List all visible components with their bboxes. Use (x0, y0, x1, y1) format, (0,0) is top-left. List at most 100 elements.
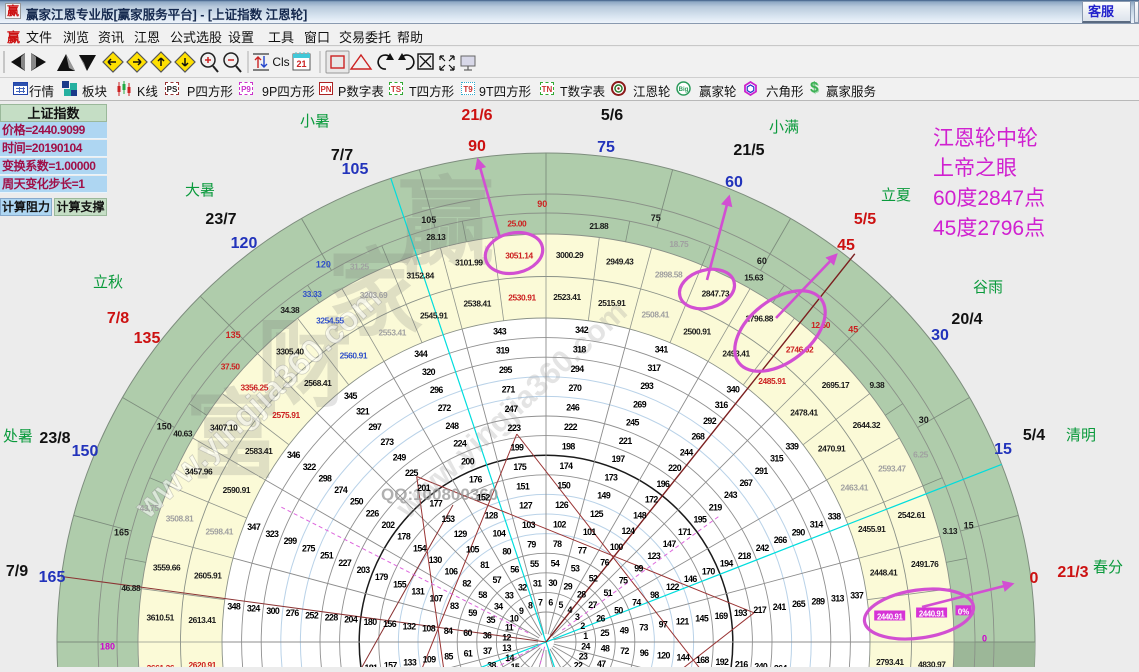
svg-text:346: 346 (287, 450, 301, 460)
svg-text:174: 174 (560, 461, 574, 471)
svg-text:6: 6 (548, 598, 553, 608)
svg-text:2523.41: 2523.41 (553, 292, 581, 302)
svg-text:2613.41: 2613.41 (188, 615, 216, 625)
svg-text:2644.32: 2644.32 (853, 420, 881, 430)
svg-text:4830.97: 4830.97 (918, 660, 946, 667)
svg-text:2949.43: 2949.43 (606, 257, 634, 267)
svg-text:72: 72 (620, 646, 629, 656)
svg-text:338: 338 (828, 512, 842, 522)
svg-text:340: 340 (726, 384, 740, 394)
svg-text:226: 226 (366, 508, 380, 518)
svg-text:269: 269 (633, 399, 647, 409)
svg-text:50: 50 (614, 606, 623, 616)
svg-text:江恩轮中轮: 江恩轮中轮 (933, 127, 1038, 150)
svg-text:0%: 0% (958, 607, 969, 616)
svg-text:247: 247 (505, 404, 519, 414)
svg-text:59: 59 (468, 608, 477, 618)
svg-text:180: 180 (100, 641, 115, 651)
svg-text:244: 244 (680, 448, 694, 458)
svg-text:195: 195 (693, 515, 707, 525)
svg-text:106: 106 (445, 567, 459, 577)
svg-text:2478.41: 2478.41 (790, 408, 818, 418)
svg-text:3254.55: 3254.55 (316, 316, 344, 326)
svg-text:60度2847点: 60度2847点 (933, 187, 1045, 210)
svg-text:172: 172 (645, 495, 659, 505)
svg-text:7: 7 (538, 598, 543, 608)
svg-text:271: 271 (502, 384, 516, 394)
svg-text:15: 15 (511, 662, 520, 667)
svg-text:2500.91: 2500.91 (683, 326, 711, 336)
svg-text:90: 90 (537, 199, 547, 209)
svg-text:2560.91: 2560.91 (340, 350, 368, 360)
svg-text:228: 228 (325, 613, 339, 623)
svg-text:219: 219 (709, 502, 723, 512)
svg-text:大暑: 大暑 (185, 182, 215, 199)
svg-text:47: 47 (597, 659, 606, 667)
svg-text:51: 51 (604, 588, 613, 598)
svg-text:268: 268 (691, 432, 705, 442)
svg-text:3356.25: 3356.25 (241, 382, 269, 392)
svg-text:109: 109 (423, 655, 437, 665)
svg-text:2695.17: 2695.17 (822, 380, 850, 390)
svg-text:151: 151 (516, 481, 530, 491)
svg-text:13: 13 (502, 643, 511, 653)
svg-text:105: 105 (421, 215, 436, 225)
svg-text:7/8: 7/8 (107, 310, 129, 327)
svg-text:75: 75 (597, 139, 615, 156)
svg-text:30: 30 (548, 578, 557, 588)
svg-text:29: 29 (564, 582, 573, 592)
svg-text:199: 199 (510, 443, 524, 453)
svg-text:248: 248 (446, 421, 460, 431)
svg-text:122: 122 (666, 582, 680, 592)
svg-text:8: 8 (528, 601, 533, 611)
svg-text:168: 168 (696, 655, 710, 665)
svg-text:46.88: 46.88 (121, 583, 141, 593)
svg-text:120: 120 (231, 235, 258, 252)
svg-text:154: 154 (413, 543, 427, 553)
svg-text:298: 298 (318, 473, 332, 483)
svg-text:150: 150 (157, 422, 172, 432)
svg-text:2583.41: 2583.41 (245, 446, 273, 456)
svg-text:2598.41: 2598.41 (206, 527, 234, 537)
svg-text:2793.41: 2793.41 (876, 657, 904, 667)
svg-text:105: 105 (466, 545, 480, 555)
svg-text:2470.91: 2470.91 (818, 443, 846, 453)
svg-text:150: 150 (557, 481, 571, 491)
svg-text:316: 316 (715, 400, 729, 410)
svg-text:54: 54 (551, 559, 560, 569)
svg-text:4: 4 (568, 605, 573, 615)
svg-text:320: 320 (422, 367, 436, 377)
svg-text:152: 152 (477, 493, 491, 503)
svg-text:276: 276 (286, 608, 300, 618)
svg-text:314: 314 (810, 520, 824, 530)
svg-text:290: 290 (792, 527, 806, 537)
svg-text:165: 165 (114, 528, 129, 538)
svg-text:21/6: 21/6 (461, 107, 492, 124)
svg-text:315: 315 (770, 454, 784, 464)
svg-text:55: 55 (530, 559, 539, 569)
svg-text:3051.14: 3051.14 (505, 250, 533, 260)
svg-text:26: 26 (596, 613, 605, 623)
svg-text:324: 324 (247, 604, 261, 614)
svg-text:81: 81 (480, 560, 489, 570)
svg-text:25: 25 (600, 628, 609, 638)
svg-text:3559.66: 3559.66 (153, 562, 181, 572)
svg-text:121: 121 (676, 617, 690, 627)
svg-text:3203.69: 3203.69 (360, 290, 388, 300)
svg-text:319: 319 (496, 346, 510, 356)
svg-text:小满: 小满 (769, 119, 799, 136)
svg-text:240: 240 (754, 662, 768, 668)
svg-text:124: 124 (622, 526, 636, 536)
svg-text:75: 75 (619, 576, 628, 586)
svg-text:33: 33 (505, 591, 514, 601)
svg-text:198: 198 (562, 442, 576, 452)
svg-text:23/7: 23/7 (205, 211, 236, 228)
svg-text:203: 203 (357, 565, 371, 575)
svg-text:30: 30 (919, 415, 929, 425)
svg-text:35: 35 (486, 615, 495, 625)
svg-text:204: 204 (344, 615, 358, 625)
svg-text:101: 101 (583, 527, 597, 537)
svg-text:5: 5 (558, 600, 563, 610)
svg-text:5/6: 5/6 (601, 107, 623, 124)
svg-text:157: 157 (384, 660, 398, 667)
